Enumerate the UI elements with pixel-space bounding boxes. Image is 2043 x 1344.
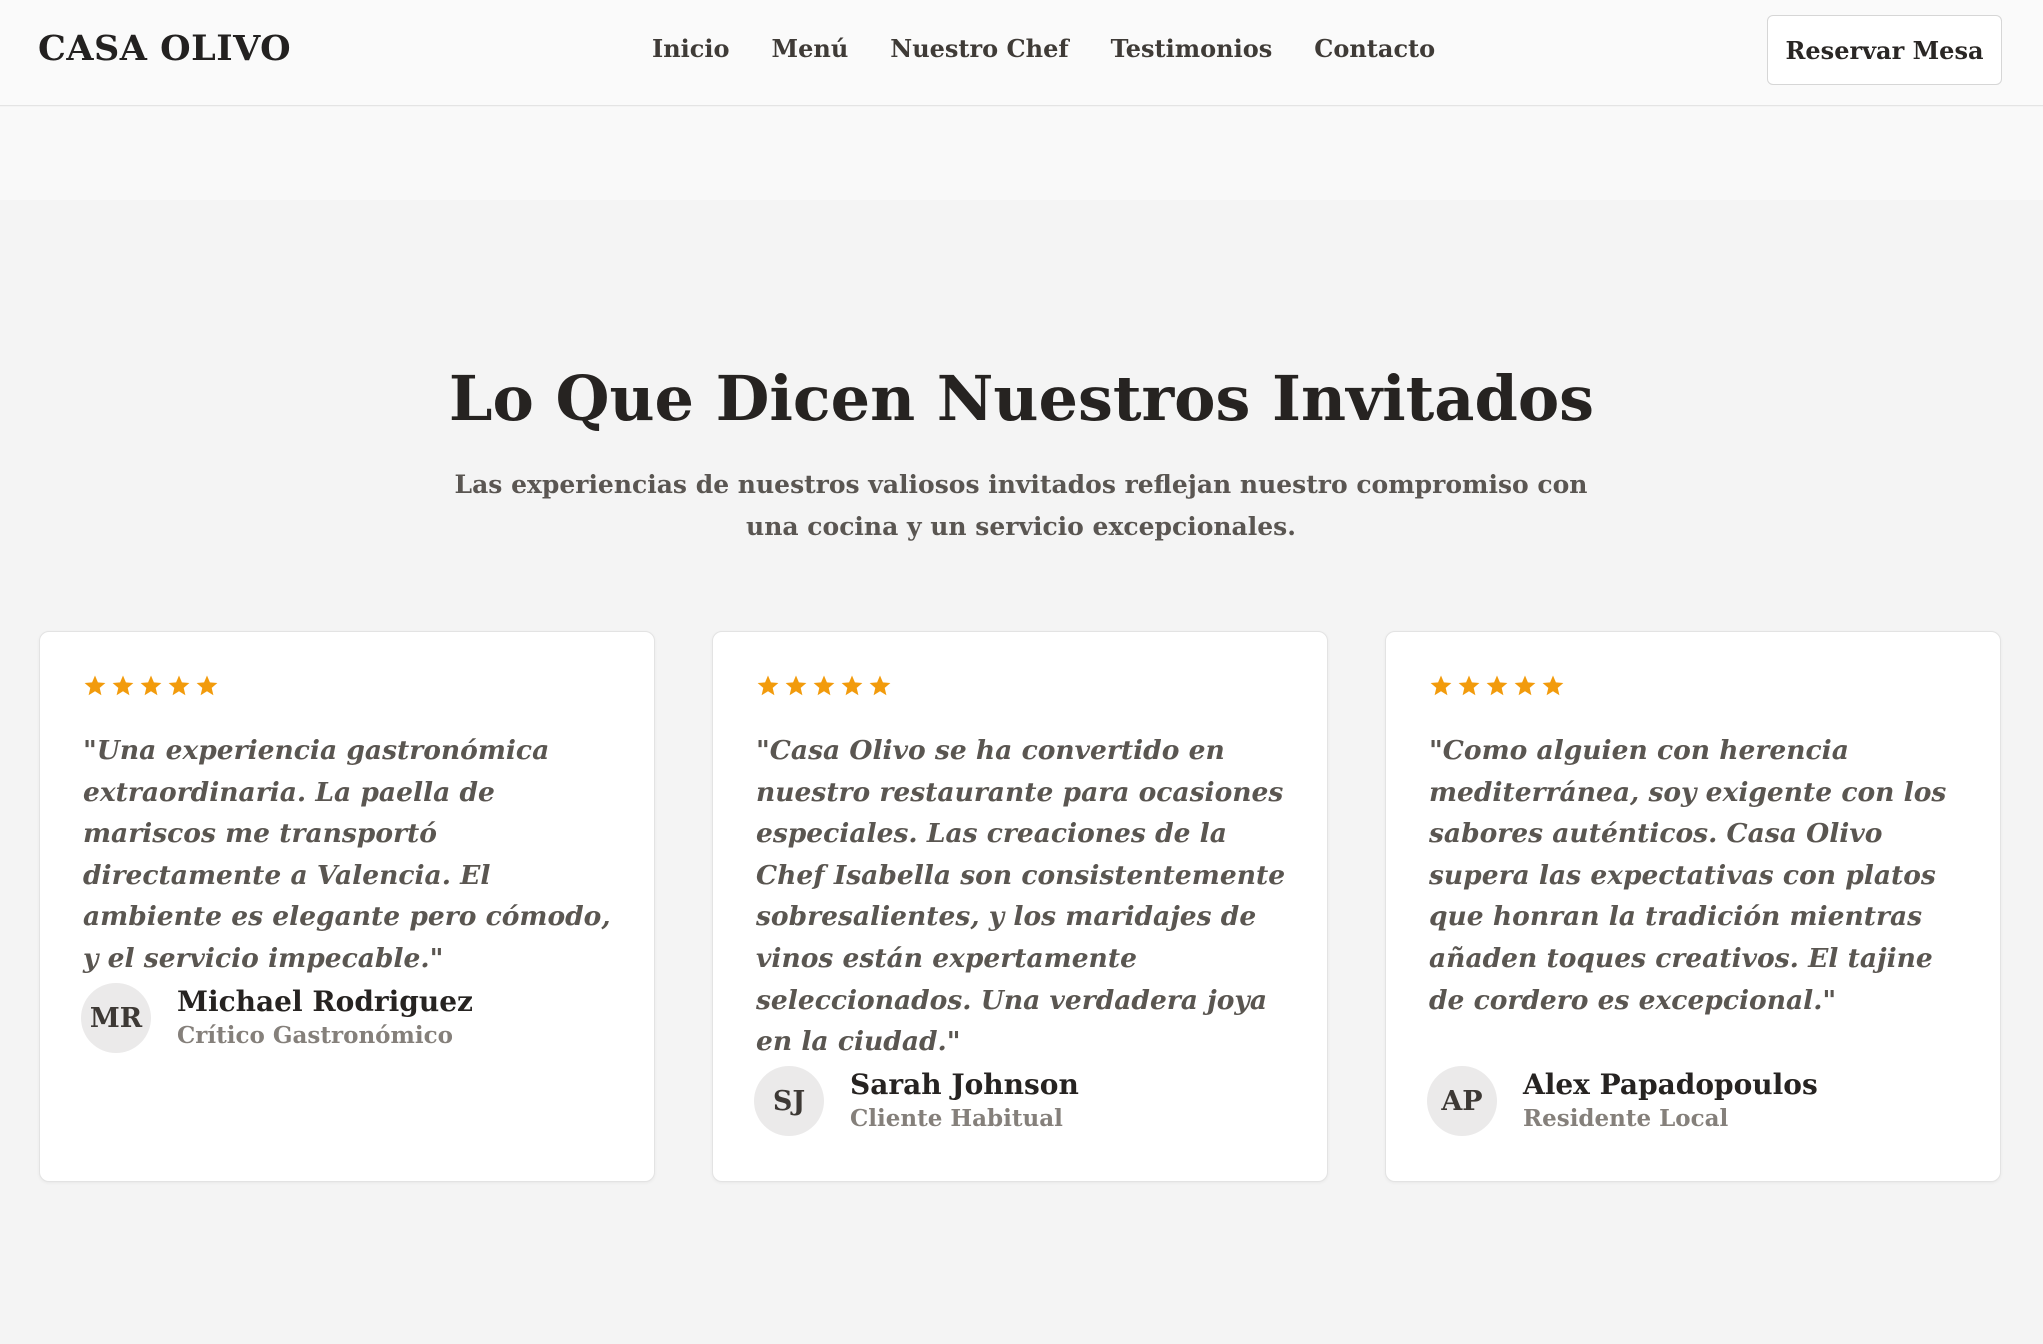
star-icon — [1486, 675, 1508, 696]
star-rating — [83, 674, 219, 698]
author-name: Michael Rodriguez — [177, 985, 473, 1018]
testimonial-quote: "Como alguien con herencia mediterránea,… — [1429, 735, 1947, 1016]
star-icon — [140, 675, 162, 696]
author-info: Alex Papadopoulos Residente Local — [1523, 1067, 1818, 1135]
testimonial-author: AP Alex Papadopoulos Residente Local — [1427, 1066, 1818, 1136]
testimonial-card: "Casa Olivo se ha convertido en nuestro … — [712, 631, 1328, 1182]
author-info: Sarah Johnson Cliente Habitual — [850, 1067, 1079, 1135]
star-icon — [112, 675, 134, 696]
avatar: SJ — [754, 1066, 824, 1136]
testimonial-author: SJ Sarah Johnson Cliente Habitual — [754, 1066, 1079, 1136]
nav-link-inicio[interactable]: Inicio — [652, 34, 730, 63]
previous-section-edge — [0, 107, 2043, 200]
star-icon — [785, 675, 807, 696]
star-icon — [1458, 675, 1480, 696]
site-header: CASA OLIVO Inicio Menú Nuestro Chef Test… — [0, 0, 2043, 106]
reserve-table-button[interactable]: Reservar Mesa — [1767, 15, 2002, 85]
avatar: AP — [1427, 1066, 1497, 1136]
nav-link-testimonios[interactable]: Testimonios — [1111, 34, 1273, 63]
testimonial-author: MR Michael Rodriguez Crítico Gastronómic… — [81, 983, 473, 1053]
star-icon — [1542, 675, 1564, 696]
nav-link-menu[interactable]: Menú — [772, 34, 849, 63]
main-nav: Inicio Menú Nuestro Chef Testimonios Con… — [652, 34, 1435, 63]
avatar: MR — [81, 983, 151, 1053]
author-role: Residente Local — [1523, 1105, 1729, 1132]
testimonial-quote: "Casa Olivo se ha convertido en nuestro … — [756, 735, 1286, 1058]
star-icon — [841, 675, 863, 696]
star-rating — [1429, 674, 1565, 698]
star-icon — [196, 675, 218, 696]
section-title: Lo Que Dicen Nuestros Invitados — [448, 362, 1595, 435]
author-info: Michael Rodriguez Crítico Gastronómico — [177, 984, 473, 1052]
testimonial-card: "Una experiencia gastronómica extraordin… — [39, 631, 655, 1182]
star-icon — [869, 675, 891, 696]
testimonial-card: "Como alguien con herencia mediterránea,… — [1385, 631, 2001, 1182]
star-icon — [168, 675, 190, 696]
author-role: Cliente Habitual — [850, 1105, 1063, 1132]
star-icon — [757, 675, 779, 696]
nav-link-contacto[interactable]: Contacto — [1314, 34, 1435, 63]
author-name: Alex Papadopoulos — [1523, 1068, 1818, 1101]
section-subtitle: Las experiencias de nuestros valiosos in… — [454, 470, 1588, 541]
star-icon — [813, 675, 835, 696]
star-icon — [1514, 675, 1536, 696]
testimonial-quote: "Una experiencia gastronómica extraordin… — [83, 735, 611, 974]
author-role: Crítico Gastronómico — [177, 1022, 453, 1049]
star-rating — [756, 674, 892, 698]
brand-logo[interactable]: CASA OLIVO — [38, 28, 291, 69]
author-name: Sarah Johnson — [850, 1068, 1079, 1101]
nav-link-nuestro-chef[interactable]: Nuestro Chef — [890, 34, 1068, 63]
star-icon — [84, 675, 106, 696]
star-icon — [1430, 675, 1452, 696]
